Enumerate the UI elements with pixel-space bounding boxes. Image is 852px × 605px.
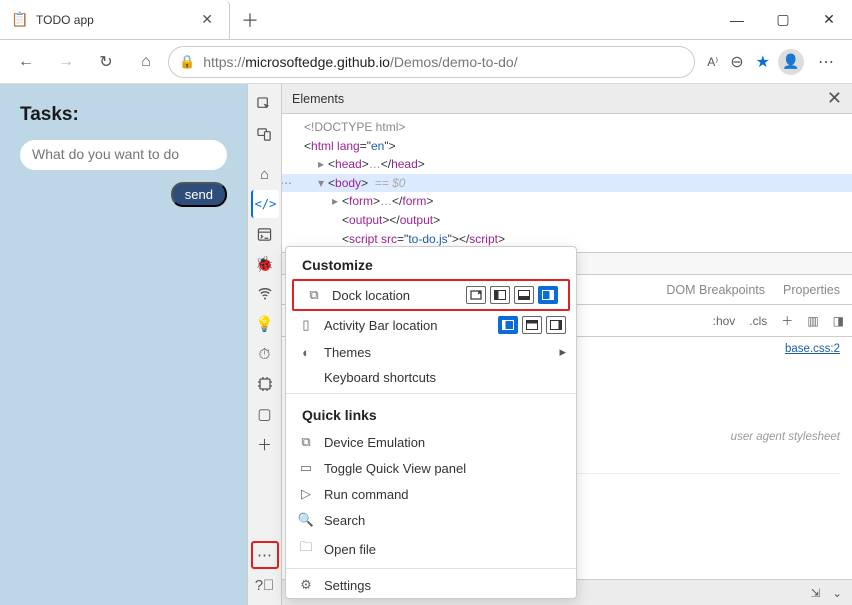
page-content: Tasks: send (0, 84, 247, 605)
task-input[interactable] (32, 146, 215, 162)
folder-icon: 🗀 (298, 538, 314, 560)
new-style-button[interactable]: ＋ (781, 312, 793, 329)
abar-top-button[interactable] (522, 316, 542, 334)
menu-row-themes[interactable]: ◐ Themes ▸ (286, 339, 576, 365)
clipboard-icon: 📋 (12, 12, 28, 28)
menu-row-run-command[interactable]: ▷ Run command (286, 481, 576, 507)
zoom-icon[interactable]: ⊖ (730, 52, 743, 72)
dom-selected-row[interactable]: ⋯▾<body> == $0 (282, 174, 852, 193)
refresh-button[interactable]: ↻ (88, 46, 124, 78)
abar-left-button[interactable] (498, 316, 518, 334)
console-icon[interactable] (251, 220, 279, 248)
chevron-right-icon: ▸ (559, 344, 566, 360)
computed-sidebar-icon[interactable]: ▥ (807, 314, 818, 328)
window-close-button[interactable]: ✕ (806, 0, 852, 39)
application-icon[interactable]: ▢ (251, 400, 279, 428)
tab-close-button[interactable]: ✕ (197, 9, 217, 30)
menu-row-toggle-quickview[interactable]: ▭ Toggle Quick View panel (286, 455, 576, 481)
menu-row-settings[interactable]: ⚙ Settings (286, 572, 576, 598)
home-button[interactable]: ⌂ (128, 46, 164, 78)
network-icon[interactable] (251, 280, 279, 308)
tab-properties[interactable]: Properties (783, 283, 840, 297)
themes-icon: ◐ (298, 345, 314, 360)
browser-menu-button[interactable]: ⋯ (808, 46, 844, 78)
activity-bar: ⌂ </> 🐞 💡 ⏱ ▢ ＋ ⋯ ?⃝ (248, 84, 282, 605)
lock-icon: 🔒 (179, 54, 195, 70)
memory-icon[interactable] (251, 370, 279, 398)
gear-icon: ⚙ (298, 577, 314, 593)
dock-right-button[interactable] (538, 286, 558, 304)
address-bar[interactable]: 🔒 https://microsoftedge.github.io/Demos/… (168, 46, 695, 78)
welcome-icon[interactable]: ⌂ (251, 160, 279, 188)
tasks-heading: Tasks: (20, 104, 227, 126)
profile-avatar[interactable]: 👤 (778, 49, 804, 75)
url-text: https://microsoftedge.github.io/Demos/de… (203, 54, 517, 70)
dock-undock-button[interactable] (466, 286, 486, 304)
menu-row-device-emulation[interactable]: ⧉ Device Emulation (286, 429, 576, 455)
devtools-panel-title: Elements (292, 92, 344, 106)
bug-icon[interactable]: 🐞 (251, 250, 279, 278)
read-aloud-icon[interactable]: A⁾ (707, 55, 718, 69)
cls-toggle[interactable]: .cls (749, 314, 767, 328)
favorite-icon[interactable]: ★ (756, 52, 770, 72)
toggle-sidebar-icon[interactable]: ◨ (833, 314, 844, 328)
menu-row-open-file[interactable]: 🗀 Open file (286, 533, 576, 565)
tab-dom-breakpoints[interactable]: DOM Breakpoints (666, 283, 765, 297)
menu-row-dock-location[interactable]: ⧉ Dock location (294, 281, 568, 309)
play-icon: ▷ (298, 486, 314, 502)
panel-icon: ▭ (298, 460, 314, 476)
window-minimize-button[interactable]: — (714, 0, 760, 39)
search-icon: 🔍 (298, 512, 314, 528)
back-button[interactable]: ← (8, 46, 44, 78)
new-tab-button[interactable]: ＋ (230, 0, 270, 39)
dock-icon: ⧉ (306, 287, 322, 303)
window-maximize-button[interactable]: ▢ (760, 0, 806, 39)
menu-heading-customize: Customize (286, 247, 576, 279)
customize-button[interactable]: ⋯ (251, 541, 279, 569)
menu-row-search[interactable]: 🔍 Search (286, 507, 576, 533)
dock-left-button[interactable] (490, 286, 510, 304)
abar-right-button[interactable] (546, 316, 566, 334)
lightbulb-icon[interactable]: 💡 (251, 310, 279, 338)
dom-tree[interactable]: <!DOCTYPE html> <html lang="en"> ▸<head>… (282, 114, 852, 253)
send-button[interactable]: send (171, 182, 227, 207)
dock-bottom-button[interactable] (514, 286, 534, 304)
ua-stylesheet-label: user agent stylesheet (731, 431, 840, 443)
task-input-wrapper (20, 140, 227, 170)
menu-row-activity-bar[interactable]: ▯ Activity Bar location (286, 311, 576, 339)
drawer-collapse-icon[interactable]: ⌄ (832, 586, 842, 600)
help-icon[interactable]: ?⃝ (251, 571, 279, 599)
customize-menu: Customize ⧉ Dock location ▯ Activity Bar… (285, 246, 577, 599)
inspect-icon[interactable] (251, 90, 279, 118)
forward-button: → (48, 46, 84, 78)
performance-icon[interactable]: ⏱ (251, 340, 279, 368)
activitybar-icon: ▯ (298, 317, 314, 333)
elements-icon[interactable]: </> (251, 190, 279, 218)
tab-title: TODO app (36, 13, 189, 27)
hov-toggle[interactable]: :hov (713, 314, 736, 328)
browser-tab[interactable]: 📋 TODO app ✕ (0, 0, 230, 39)
device-emulation-icon: ⧉ (298, 434, 314, 450)
menu-row-keyboard[interactable]: Keyboard shortcuts (286, 365, 576, 390)
device-icon[interactable] (251, 120, 279, 148)
devtools-close-button[interactable]: ✕ (827, 88, 842, 109)
menu-heading-quicklinks: Quick links (286, 397, 576, 429)
drawer-dock-icon[interactable]: ⇲ (811, 586, 821, 600)
add-tool-button[interactable]: ＋ (251, 430, 279, 458)
stylesheet-link[interactable]: base.css:2 (785, 343, 840, 355)
